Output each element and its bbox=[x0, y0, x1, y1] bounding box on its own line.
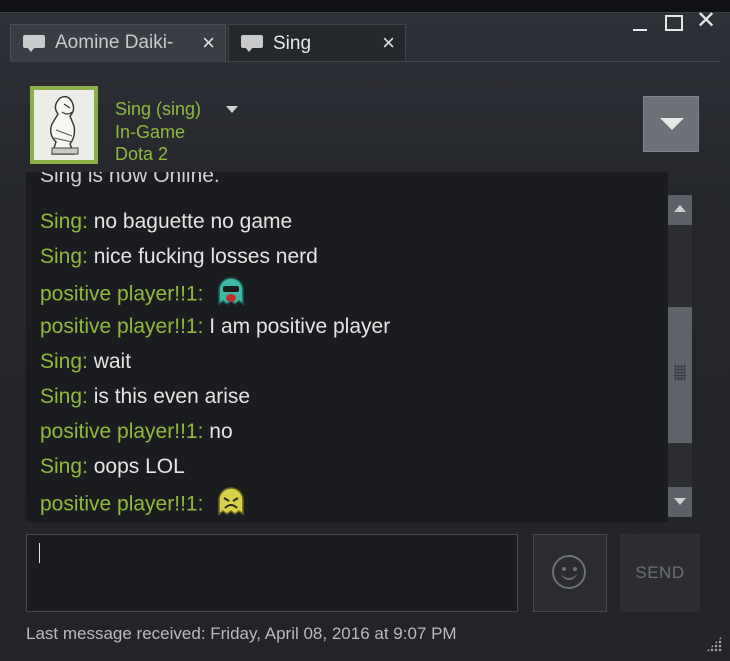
message-sender[interactable]: Sing bbox=[40, 455, 82, 478]
arrow-up-icon bbox=[674, 205, 686, 212]
chat-message: positive player!!1: bbox=[40, 487, 247, 516]
message-text: oops LOL bbox=[87, 455, 185, 478]
scroll-up-button[interactable] bbox=[668, 195, 692, 225]
message-sender[interactable]: Sing bbox=[40, 210, 82, 233]
scroll-thumb[interactable] bbox=[668, 307, 692, 443]
tab-close-icon[interactable]: × bbox=[382, 31, 395, 55]
tab-aomine-daiki[interactable]: Aomine Daiki- × bbox=[10, 24, 226, 62]
message-text: no baguette no game bbox=[87, 210, 293, 233]
chat-message: positive player!!1: bbox=[40, 277, 247, 306]
tab-label: Sing bbox=[273, 32, 312, 54]
message-colon: : bbox=[197, 492, 204, 516]
chat-bubble-icon bbox=[241, 35, 263, 52]
chat-message: Sing: is this even arise bbox=[40, 384, 250, 410]
desktop-strip bbox=[0, 0, 730, 12]
text-caret bbox=[39, 543, 40, 563]
message-text: I am positive player bbox=[203, 315, 391, 338]
chat-message-clipped: Sing is now Online. bbox=[40, 172, 220, 187]
maximize-icon[interactable] bbox=[665, 15, 683, 31]
message-sender[interactable]: Sing bbox=[40, 245, 82, 268]
chat-message: positive player!!1: no bbox=[40, 419, 233, 445]
tab-close-icon[interactable]: × bbox=[202, 31, 215, 55]
scroll-track[interactable] bbox=[668, 225, 692, 487]
message-text: no bbox=[203, 420, 233, 443]
last-message-timestamp: Last message received: Friday, April 08,… bbox=[26, 624, 457, 643]
chat-bubble-icon bbox=[23, 34, 45, 52]
chevron-down-icon[interactable] bbox=[226, 106, 238, 113]
close-window-icon[interactable]: ✕ bbox=[696, 9, 716, 33]
scroll-down-button[interactable] bbox=[668, 487, 692, 517]
chat-message: Sing: nice fucking losses nerd bbox=[40, 244, 318, 270]
message-sender[interactable]: Sing bbox=[40, 350, 82, 373]
friend-alias: (sing) bbox=[156, 99, 202, 119]
minimize-icon[interactable] bbox=[633, 29, 647, 31]
yellow-angry-emoticon bbox=[218, 487, 245, 516]
chat-options-button[interactable] bbox=[643, 96, 699, 152]
message-text: is this even arise bbox=[87, 385, 251, 408]
friend-display-name: Sing bbox=[115, 99, 152, 119]
avatar-drawing bbox=[34, 90, 94, 160]
dropdown-arrow-icon bbox=[660, 118, 684, 130]
message-sender[interactable]: Sing bbox=[40, 385, 82, 408]
message-sender[interactable]: positive player!!1 bbox=[40, 420, 198, 443]
send-button[interactable]: SEND bbox=[620, 534, 700, 612]
emoticon-button[interactable] bbox=[533, 534, 607, 612]
tab-sing[interactable]: Sing × bbox=[228, 24, 406, 62]
chat-message: Sing: no baguette no game bbox=[40, 209, 292, 235]
friend-name[interactable]: Sing (sing) bbox=[115, 99, 201, 120]
message-sender[interactable]: positive player!!1 bbox=[40, 493, 198, 516]
message-sender[interactable]: positive player!!1 bbox=[40, 283, 198, 306]
grip-icon bbox=[674, 365, 686, 381]
tab-label: Aomine Daiki- bbox=[55, 32, 174, 53]
message-input[interactable] bbox=[26, 534, 518, 612]
message-colon: : bbox=[197, 282, 204, 306]
friend-game: Dota 2 bbox=[115, 144, 169, 164]
chat-message: Sing: oops LOL bbox=[40, 454, 185, 480]
chat-message: Sing: wait bbox=[40, 349, 131, 375]
message-sender[interactable]: positive player!!1 bbox=[40, 315, 198, 338]
chat-scrollbar[interactable] bbox=[668, 195, 692, 517]
chat-message: positive player!!1: I am positive player bbox=[40, 314, 390, 340]
avatar[interactable] bbox=[30, 86, 98, 164]
friend-status: In-Game bbox=[115, 122, 186, 142]
message-text: nice fucking losses nerd bbox=[87, 245, 318, 268]
arrow-down-icon bbox=[674, 498, 686, 505]
teal-ghost-emoticon bbox=[218, 277, 245, 306]
message-text: wait bbox=[87, 350, 132, 373]
smiley-icon bbox=[552, 555, 586, 589]
tab-divider bbox=[10, 61, 720, 62]
chat-log: Sing is now Online. Sing: no baguette no… bbox=[26, 172, 668, 522]
